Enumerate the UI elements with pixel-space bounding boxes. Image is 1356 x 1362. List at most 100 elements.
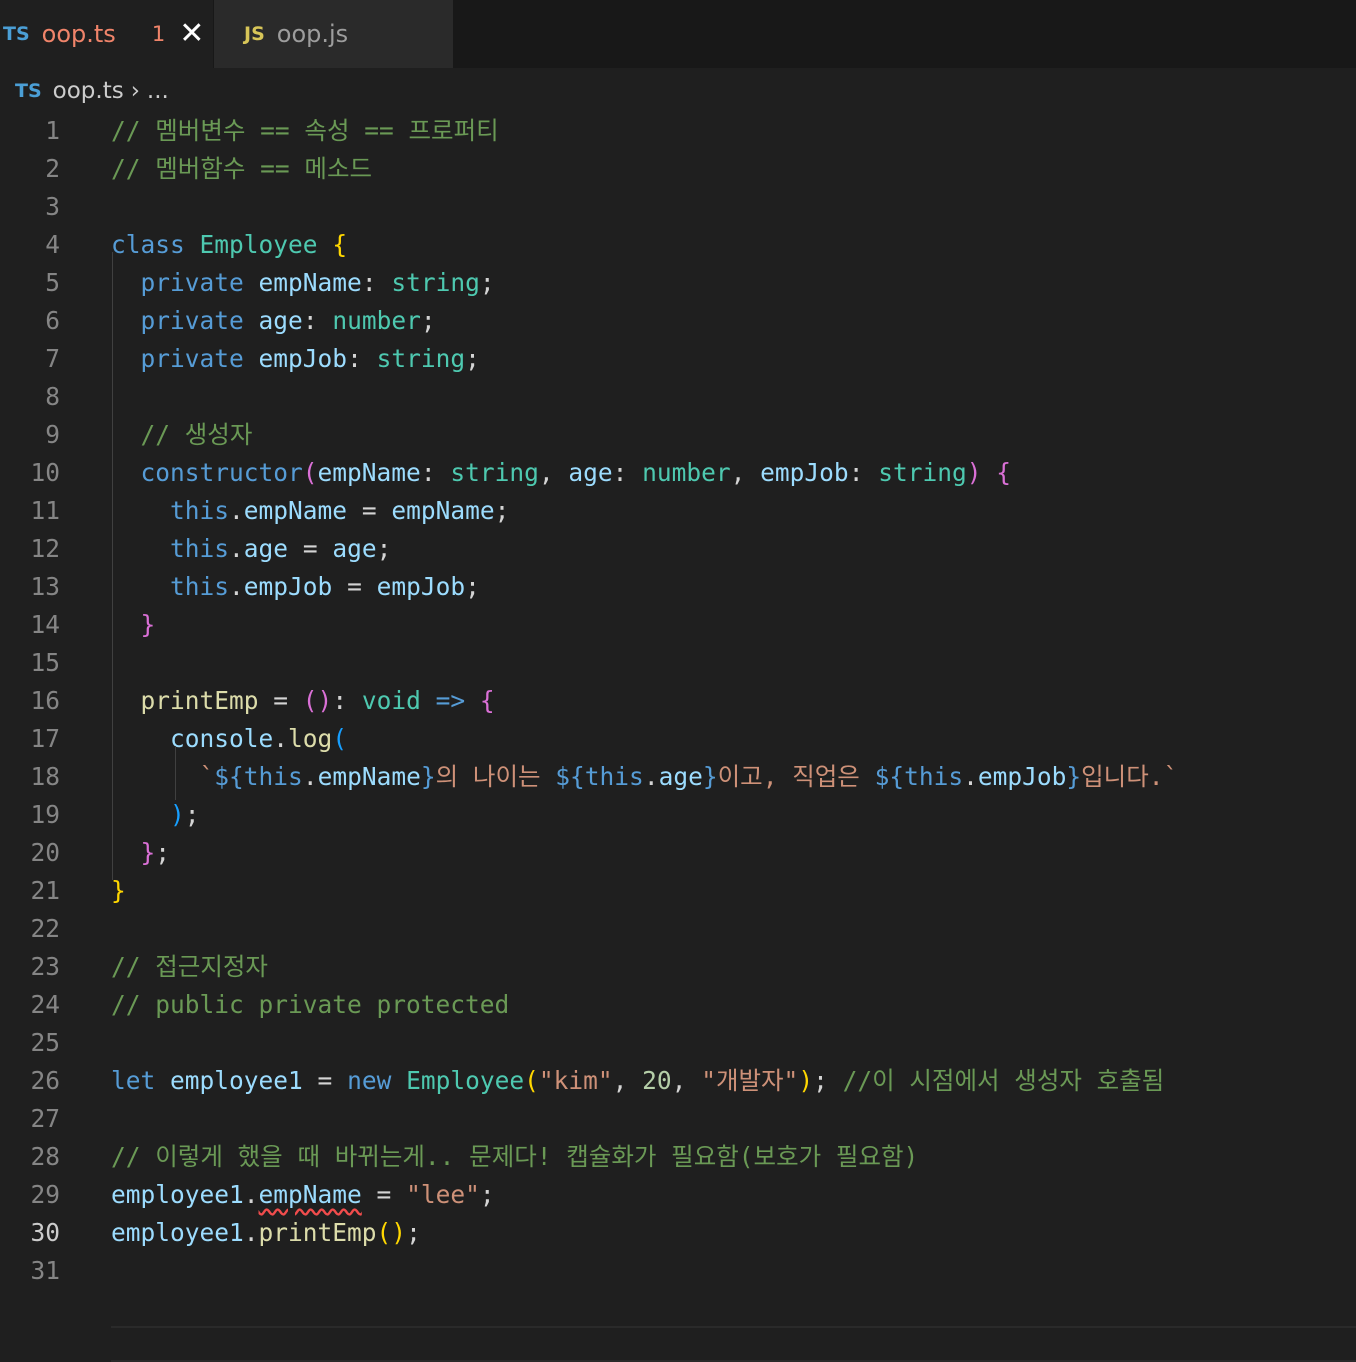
typescript-file-icon: TS [15, 80, 42, 102]
line-number: 22 [30, 914, 60, 943]
code-token: empName [258, 268, 362, 297]
problem-count-badge: 1 [151, 22, 166, 46]
code-token: , [730, 458, 761, 487]
code-line[interactable]: 6 private age: number; [0, 302, 1356, 340]
line-number: 18 [30, 762, 60, 791]
code-line[interactable]: 25 [0, 1024, 1356, 1062]
code-token: ` [199, 762, 215, 791]
code-text: constructor(empName: string, age: number… [111, 454, 1012, 492]
code-token: = [302, 1066, 348, 1095]
code-token: ${ [555, 762, 585, 791]
chevron-right-icon: › [130, 78, 140, 104]
code-line[interactable]: 29 employee1.empName = "lee"; [0, 1176, 1356, 1214]
code-token: number [642, 458, 731, 487]
code-token: // 멤버함수 == 메소드 [111, 154, 373, 183]
code-line[interactable]: 17 console.log( [0, 720, 1356, 758]
code-line[interactable]: 5 private empName: string; [0, 264, 1356, 302]
code-text: // 이렇게 했을 때 바뀌는게.. 문제다! 캡슐화가 필요함(보호가 필요함… [111, 1138, 918, 1176]
code-line[interactable]: 23 // 접근지정자 [0, 948, 1356, 986]
code-token: age [243, 534, 289, 563]
code-line[interactable]: 4 class Employee { [0, 226, 1356, 264]
code-token: ; [494, 496, 510, 525]
line-number: 11 [30, 496, 60, 525]
code-token: class [111, 230, 185, 259]
line-number: 5 [45, 268, 60, 297]
code-token: => [435, 686, 466, 715]
code-line[interactable]: 27 [0, 1100, 1356, 1138]
code-token: number [332, 306, 421, 335]
code-line[interactable]: 30 employee1.printEmp(); [0, 1214, 1356, 1252]
code-text: private empJob: string; [111, 340, 480, 378]
code-token: . [229, 534, 244, 563]
code-token: this [170, 534, 230, 563]
code-token: ; [155, 838, 171, 867]
code-token: employee1 [170, 1066, 303, 1095]
code-text: this.empName = empName; [111, 492, 509, 530]
code-line[interactable]: 15 [0, 644, 1356, 682]
code-line[interactable]: 8 [0, 378, 1356, 416]
code-line[interactable]: 11 this.empName = empName; [0, 492, 1356, 530]
code-token: //이 시점에서 생성자 호출됨 [842, 1066, 1165, 1095]
code-token: // 접근지정자 [111, 952, 268, 981]
code-line[interactable]: 2 // 멤버함수 == 메소드 [0, 150, 1356, 188]
code-line[interactable]: 31 [0, 1252, 1356, 1290]
code-token: ${ [874, 762, 905, 791]
tab-oop-ts[interactable]: TS oop.ts 1 ✕ [0, 0, 213, 68]
code-token: ( [332, 724, 348, 753]
code-line[interactable]: 13 this.empJob = empJob; [0, 568, 1356, 606]
code-line[interactable]: 22 [0, 910, 1356, 948]
code-text: employee1.empName = "lee"; [111, 1176, 495, 1214]
code-line[interactable]: 12 this.age = age; [0, 530, 1356, 568]
line-number: 23 [30, 952, 60, 981]
line-number: 13 [30, 572, 60, 601]
code-text: // 생성자 [111, 416, 253, 454]
code-token: : [612, 458, 643, 487]
code-line[interactable]: 20 }; [0, 834, 1356, 872]
code-token: } [1066, 762, 1082, 791]
code-line[interactable]: 16 printEmp = (): void => { [0, 682, 1356, 720]
line-number: 28 [30, 1142, 60, 1171]
code-token: string [450, 458, 539, 487]
indent-guide [112, 252, 113, 880]
code-line[interactable]: 19 ); [0, 796, 1356, 834]
breadcrumb-file[interactable]: oop.ts [53, 78, 124, 104]
code-token: age [258, 306, 303, 335]
code-token: ; [465, 344, 480, 373]
code-text: ); [111, 796, 200, 834]
code-editor[interactable]: 1 // 멤버변수 == 속성 == 프로퍼티 2 // 멤버함수 == 메소드 3 4 c… [0, 112, 1356, 1362]
code-line[interactable]: 18 `${this.empName}의 나이는 ${this.age}이고, … [0, 758, 1356, 796]
code-line[interactable]: 9 // 생성자 [0, 416, 1356, 454]
code-token: ; [376, 534, 392, 563]
code-line[interactable]: 24 // public private protected [0, 986, 1356, 1024]
code-token: empJob [376, 572, 466, 601]
code-token: } [702, 762, 718, 791]
code-token: private [140, 306, 244, 335]
code-token: . [643, 762, 659, 791]
code-token: = [288, 534, 333, 563]
close-icon[interactable]: ✕ [179, 19, 204, 49]
code-line[interactable]: 1 // 멤버변수 == 속성 == 프로퍼티 [0, 112, 1356, 150]
code-line[interactable]: 21} [0, 872, 1356, 910]
breadcrumb-more[interactable]: ... [147, 78, 169, 104]
line-number: 17 [30, 724, 60, 753]
tab-oop-js[interactable]: JS oop.js [214, 0, 453, 68]
code-token: . [229, 572, 244, 601]
code-token: employee1 [111, 1218, 244, 1247]
code-token: private [140, 344, 244, 373]
code-line[interactable]: 28 // 이렇게 했을 때 바뀌는게.. 문제다! 캡슐화가 필요함(보호가 필… [0, 1138, 1356, 1176]
code-line[interactable]: 3 [0, 188, 1356, 226]
indent-guide [175, 746, 176, 800]
code-line[interactable]: 14 } [0, 606, 1356, 644]
code-token: new [347, 1066, 392, 1095]
line-number: 25 [30, 1028, 60, 1057]
code-token: ) [798, 1066, 814, 1095]
code-token: 20 [642, 1066, 672, 1095]
code-token: ; [479, 1180, 495, 1209]
code-line[interactable]: 7 private empJob: string; [0, 340, 1356, 378]
code-line[interactable]: 10 constructor(empName: string, age: num… [0, 454, 1356, 492]
code-line[interactable]: 26 let employee1 = new Employee("kim", 20… [0, 1062, 1356, 1100]
